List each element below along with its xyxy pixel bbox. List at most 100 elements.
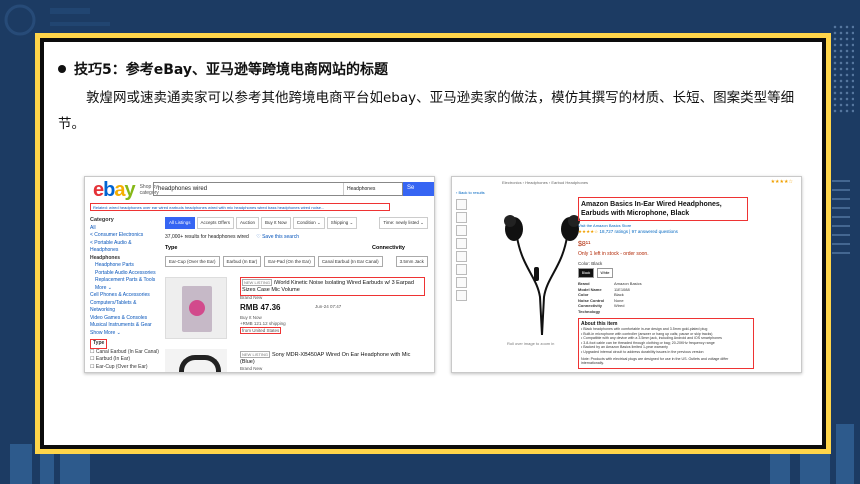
listing-meta: Buy It Now +RMB 121.12 shipping — [240, 315, 286, 327]
sidebar-item[interactable]: Video Games & Consoles — [90, 315, 160, 323]
product-details: Amazon Basics In-Ear Wired Headphones, E… — [578, 197, 798, 369]
product-title: Amazon Basics In-Ear Wired Headphones, E… — [578, 197, 748, 221]
tab-accepts-offers[interactable]: Accepts Offers — [196, 217, 234, 229]
earbuds-package-image — [182, 286, 212, 332]
thumbnail[interactable] — [456, 290, 467, 301]
thumbnail-strip — [456, 199, 468, 303]
listing-title[interactable]: NEW LISTING iWorld Kinetic Noise Isolatin… — [240, 277, 425, 296]
sidebar-item[interactable]: Replacement Parts & Tools — [90, 277, 160, 285]
ebay-logo-a: a — [114, 178, 125, 201]
type-chip[interactable]: Ear-Pad (On the Ear) — [264, 256, 315, 267]
thumbnail[interactable] — [456, 238, 467, 249]
tab-auction[interactable]: Auction — [235, 217, 259, 229]
ebay-search-value: headphones wired — [158, 186, 208, 192]
results-count-text: 37,000+ results for headphones wired — [165, 234, 249, 240]
listing-origin: from United States — [240, 327, 282, 334]
about-this-item: About this item • Black headphones with … — [578, 318, 754, 369]
type-chips: Ear-Cup (Over the Ear) Earbud (In Ear) E… — [165, 256, 434, 267]
shipping-filter[interactable]: Shipping ⌄ — [326, 217, 358, 229]
thumbnail[interactable] — [456, 264, 467, 275]
connectivity-chip[interactable]: 3.5mm Jack — [395, 256, 428, 267]
listing-item[interactable]: NEW LISTING Sony MDR-XB450AP Wired On Ear… — [165, 349, 434, 372]
zoom-caption: Roll over image to zoom in — [507, 341, 555, 346]
sidebar-heading: Category — [90, 217, 114, 223]
sort-select[interactable]: Time: newly listed ⌄ — [379, 217, 428, 229]
type-option[interactable]: ☐ Earbud (In Ear) — [90, 356, 160, 364]
ratings-count: 18,727 ratings | 97 answered questions — [599, 229, 678, 234]
slide-frame-border: 技巧5：参考eBay、亚马逊等跨境电商网站的标题 敦煌网或速卖通卖家可以参考其他… — [40, 38, 826, 449]
sidebar-item[interactable]: Musical Instruments & Gear — [90, 322, 160, 330]
sidebar-item-selected[interactable]: Headphones — [90, 255, 160, 263]
bullet-title: 技巧5：参考eBay、亚马逊等跨境电商网站的标题 — [74, 62, 389, 78]
color-swatches: Black White — [578, 268, 798, 278]
filter-headings: Type Connectivity — [165, 245, 405, 251]
ebay-screenshot: ebay Shop by category headphones wired H… — [84, 176, 435, 373]
listing-tabs: All Listings Accepts Offers Auction Buy … — [165, 217, 434, 229]
amazon-screenshot: Electronics › Headphones › Earbud Headph… — [451, 176, 802, 373]
sidebar-item[interactable]: Headphone Parts — [90, 262, 160, 270]
ebay-related-searches[interactable]: Related: wired headphones over ear wired… — [90, 203, 390, 211]
top-rating: ★★★★☆ — [770, 179, 793, 185]
color-swatch-white[interactable]: White — [597, 268, 613, 278]
sidebar-item[interactable]: More ⌄ — [90, 285, 160, 293]
dot-grid-decoration — [832, 24, 854, 114]
type-chip[interactable]: Canal Earbud (In Ear Canal) — [317, 256, 383, 267]
spec-table: Brand Amazon Basics Model Name 11E1088 Col… — [578, 281, 798, 314]
headphone-image[interactable] — [165, 349, 227, 372]
sidebar-item[interactable]: Portable Audio Accessories — [90, 270, 160, 278]
type-option-label: Ear-Cup (Over the Ear) — [95, 363, 148, 370]
rating-stars: ★★★★☆ — [578, 229, 599, 234]
thumbnail[interactable] — [456, 251, 467, 262]
sidebar-item[interactable]: < Portable Audio & Headphones — [90, 240, 160, 255]
sidebar-item[interactable]: < Consumer Electronics — [90, 232, 160, 240]
color-label: Color: Black — [578, 261, 603, 266]
listing-time: Jun-24 07:47 — [315, 304, 342, 309]
type-option-label: Canal Earbud (In Ear Canal) — [95, 348, 159, 355]
thumbnail[interactable] — [456, 277, 467, 288]
spec-value: Wired — [614, 303, 625, 308]
brand-store-link[interactable]: Visit the Amazon Basics Store — [578, 223, 798, 228]
thumbnail[interactable] — [456, 199, 467, 210]
listing-image[interactable] — [165, 277, 227, 339]
about-note: Note: Products with electrical plugs are… — [581, 356, 729, 366]
ebay-logo-b: b — [103, 178, 115, 201]
thumbnail[interactable] — [456, 225, 467, 236]
type-heading: Type — [165, 245, 178, 251]
type-chip[interactable]: Ear-Cup (Over the Ear) — [165, 256, 220, 267]
ebay-logo[interactable]: ebay — [93, 178, 136, 202]
color-swatch-black[interactable]: Black — [578, 268, 594, 278]
save-search-link[interactable]: ♡ Save this search — [256, 234, 299, 240]
sidebar-item[interactable]: Computers/Tablets & Networking — [90, 300, 160, 315]
stock-status: Only 1 left in stock - order soon. — [578, 251, 649, 257]
sidebar-item[interactable]: Show More ⌄ — [90, 330, 160, 338]
type-filter-label: Type — [90, 339, 108, 349]
type-option[interactable]: ☐ Ear-Cup (Over the Ear) — [90, 364, 160, 372]
listing-condition: Brand New — [240, 366, 263, 371]
about-bullet: • Upgraded internal circuit to address d… — [581, 349, 704, 354]
condition-filter[interactable]: Condition ⌄ — [292, 217, 325, 229]
ebay-results: All Listings Accepts Offers Auction Buy … — [165, 217, 434, 267]
product-rating[interactable]: ★★★★☆ 18,727 ratings | 97 answered quest… — [578, 229, 798, 235]
product-price: $8¹¹ — [578, 241, 591, 248]
slide-frame: 技巧5：参考eBay、亚马逊等跨境电商网站的标题 敦煌网或速卖通卖家可以参考其他… — [35, 33, 831, 454]
body-paragraph: 敦煌网或速卖通卖家可以参考其他跨境电商平台如ebay、亚马逊卖家的做法，模仿其撰… — [58, 90, 795, 132]
back-to-results-link[interactable]: ‹ Back to results — [456, 190, 485, 195]
spec-key: Connectivity Technology — [578, 303, 603, 314]
bullet-icon — [58, 65, 66, 73]
listing-item[interactable]: NEW LISTING iWorld Kinetic Noise Isolatin… — [165, 277, 434, 357]
tab-buy-it-now[interactable]: Buy It Now — [260, 217, 291, 229]
tab-all-listings[interactable]: All Listings — [165, 217, 195, 229]
listing-title[interactable]: NEW LISTING Sony MDR-XB450AP Wired On Ear… — [240, 351, 425, 366]
type-option-label: Earbud (In Ear) — [95, 356, 131, 362]
ebay-search-input[interactable]: headphones wired Headphones — [153, 182, 403, 196]
sidebar-item[interactable]: All — [90, 225, 160, 233]
ebay-category-select[interactable]: Headphones — [343, 183, 398, 195]
type-option[interactable]: ☐ Canal Earbud (In Ear Canal) — [90, 349, 160, 357]
ebay-search-button[interactable]: Se — [403, 182, 434, 196]
results-count: 37,000+ results for headphones wired ♡ S… — [165, 234, 434, 240]
thumbnail[interactable] — [456, 212, 467, 223]
sidebar-item[interactable]: Cell Phones & Accessories — [90, 292, 160, 300]
slide-content: 技巧5：参考eBay、亚马逊等跨境电商网站的标题 敦煌网或速卖通卖家可以参考其他… — [44, 42, 822, 445]
type-chip[interactable]: Earbud (In Ear) — [222, 256, 262, 267]
amazon-breadcrumb[interactable]: Electronics › Headphones › Earbud Headph… — [452, 177, 801, 187]
